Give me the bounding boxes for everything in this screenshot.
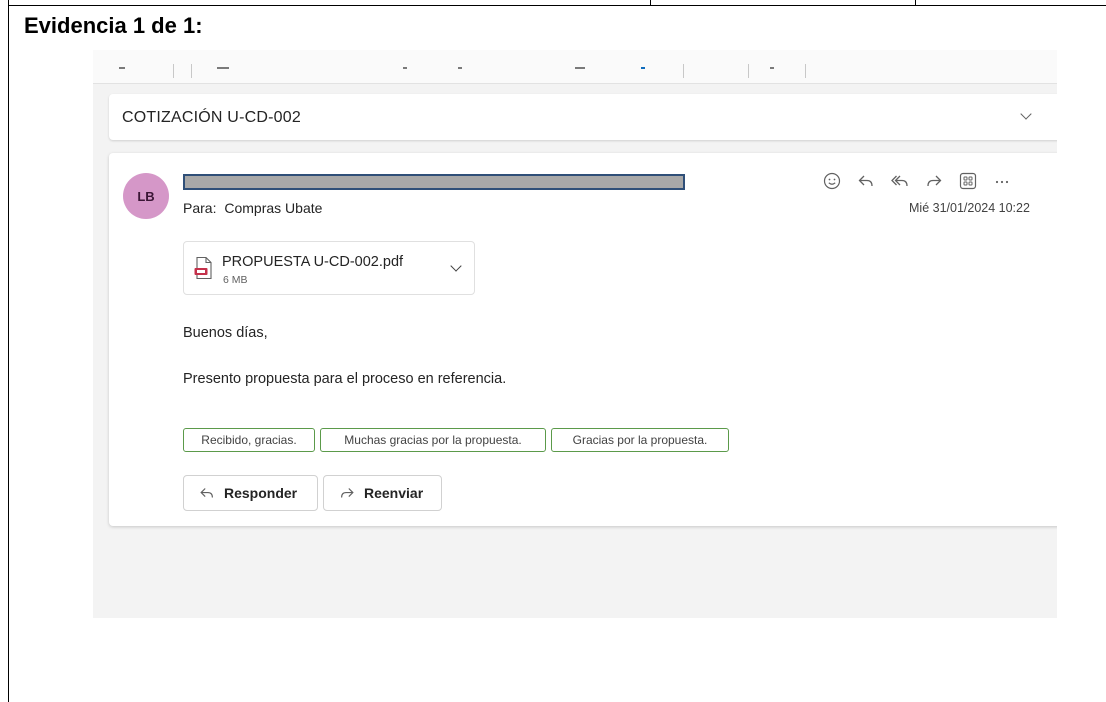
cropped-toolbar [93,50,1057,84]
more-icon [995,180,1009,184]
email-screenshot: COTIZACIÓN U-CD-002 LB Para: Compras Uba… [93,50,1057,618]
quick-reply-chip[interactable]: Recibido, gracias. [183,428,315,452]
table-column-divider [915,0,916,6]
reply-icon [858,175,873,187]
toolbar-fragment [770,67,774,69]
apps-icon [959,172,977,190]
reply-icon [200,488,213,498]
attachment-card[interactable]: PROPUESTA U-CD-002.pdf 6 MB [183,241,475,295]
message-greeting: Buenos días, [183,325,268,341]
toolbar-separator [805,64,806,78]
toolbar-fragment [119,67,125,69]
toolbar-fragment [403,67,407,69]
emoji-button[interactable] [819,169,845,193]
forward-icon [927,175,942,187]
forward-action-button[interactable]: Reenviar [323,475,442,511]
toolbar-fragment [575,67,585,69]
quick-reply-chip[interactable]: Muchas gracias por la propuesta. [320,428,546,452]
forward-icon [341,488,354,498]
message-card: LB Para: Compras Ubate Mié 31/01/2024 10… [109,153,1057,526]
email-subject: COTIZACIÓN U-CD-002 [122,109,301,126]
forward-button[interactable] [921,169,947,193]
toolbar-separator [683,64,684,78]
avatar[interactable]: LB [123,173,169,219]
subject-header[interactable]: COTIZACIÓN U-CD-002 [109,94,1057,140]
toolbar-separator [173,64,174,78]
attachment-name: PROPUESTA U-CD-002.pdf [222,254,404,270]
chevron-down-icon[interactable] [450,260,462,272]
reply-action-button[interactable]: Responder [183,475,318,511]
table-column-divider [650,0,651,6]
reply-all-button[interactable] [887,169,913,193]
message-date: Mié 31/01/2024 10:22 [909,201,1030,215]
table-border-top [8,5,1106,6]
recipient-name[interactable]: Compras Ubate [224,200,322,216]
toolbar-fragment [641,67,645,69]
reply-label: Responder [224,485,298,501]
evidence-title: Evidencia 1 de 1: [24,13,203,38]
pdf-file-icon [194,256,212,280]
attachment-size: 6 MB [223,274,248,286]
toolbar-separator [748,64,749,78]
recipient-line: Para: Compras Ubate [183,200,322,216]
emoji-icon [823,172,841,190]
message-body: Presento propuesta para el proceso en re… [183,371,507,387]
more-button[interactable] [989,169,1015,193]
forward-label: Reenviar [364,485,424,501]
quick-reply-chip[interactable]: Gracias por la propuesta. [551,428,729,452]
apps-button[interactable] [955,169,981,193]
reply-button[interactable] [853,169,879,193]
chevron-down-icon[interactable] [1020,108,1032,120]
toolbar-fragment [217,67,229,69]
toolbar-fragment [458,67,462,69]
toolbar-separator [191,64,192,78]
sender-redacted [183,174,685,190]
reply-all-icon [891,175,908,187]
to-label: Para: [183,200,217,216]
